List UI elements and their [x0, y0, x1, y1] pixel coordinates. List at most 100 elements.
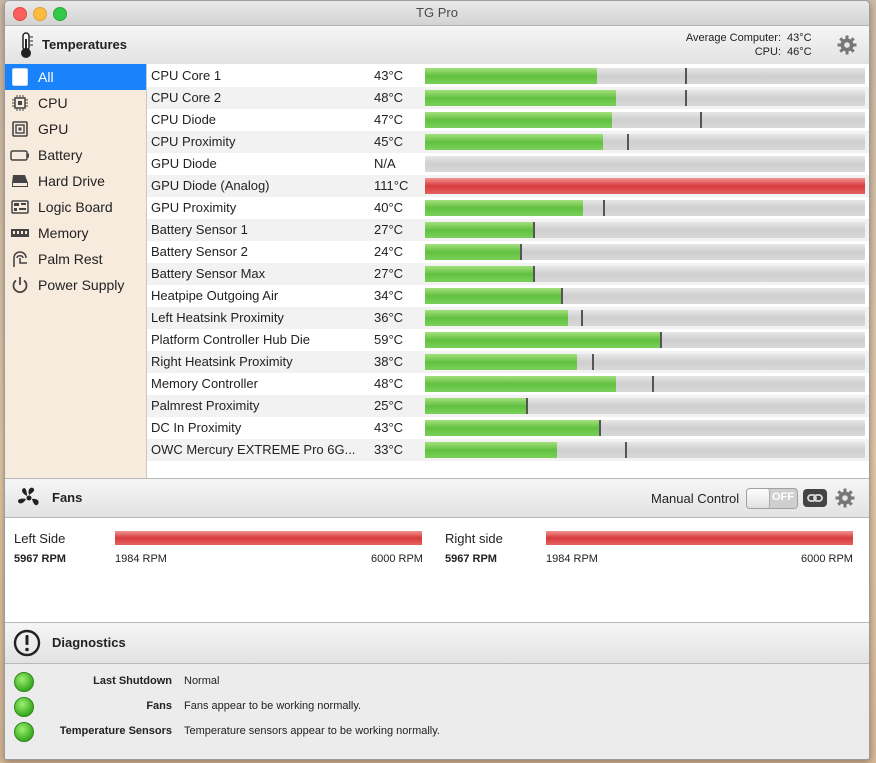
sensor-temperature: 36°C — [374, 310, 404, 325]
sensor-row[interactable]: GPU Diode N/A — [147, 153, 869, 175]
sidebar-item-battery[interactable]: Battery — [5, 142, 146, 168]
diagnostic-label: Temperature Sensors — [59, 725, 172, 737]
sensor-name: Battery Sensor Max — [151, 266, 266, 281]
status-ok-indicator — [14, 672, 34, 692]
sidebar-item-label: Palm Rest — [38, 251, 103, 267]
manual-control-toggle[interactable]: OFF — [746, 488, 798, 509]
sidebar-item-memory[interactable]: Memory — [5, 220, 146, 246]
average-cpu-label: CPU: — [754, 46, 781, 58]
sensor-name: OWC Mercury EXTREME Pro 6G... — [151, 442, 356, 457]
temperature-bar — [425, 222, 865, 238]
average-computer-label: Average Computer: — [685, 32, 781, 44]
hard-drive-icon — [10, 171, 30, 191]
sensor-row[interactable]: Memory Controller 48°C — [147, 373, 869, 395]
diagnostic-label: Last Shutdown — [93, 675, 172, 687]
max-temperature-marker — [652, 376, 654, 392]
manual-control-label: Manual Control — [651, 491, 740, 506]
window-title: TG Pro — [416, 5, 458, 20]
sensor-row[interactable]: GPU Proximity 40°C — [147, 197, 869, 219]
toggle-state: OFF — [772, 491, 794, 503]
sidebar-item-gpu[interactable]: GPU — [5, 116, 146, 142]
thermometer-icon — [21, 32, 33, 58]
temperature-bar — [425, 134, 865, 150]
diagnostics-title: Diagnostics — [52, 635, 126, 650]
max-temperature-marker — [561, 288, 563, 304]
sidebar-item-hard-drive[interactable]: Hard Drive — [5, 168, 146, 194]
sensor-category-sidebar: All CPU GPU Battery Hard Drive Logic Board Mem… — [5, 64, 147, 478]
sidebar-item-label: GPU — [38, 121, 69, 137]
temperature-bar — [425, 112, 865, 128]
max-temperature-marker — [526, 398, 528, 414]
sensor-row[interactable]: Left Heatsink Proximity 36°C — [147, 307, 869, 329]
max-temperature-marker — [520, 244, 522, 260]
sensor-name: Palmrest Proximity — [151, 398, 260, 413]
temperature-bar — [425, 244, 865, 260]
sensor-row[interactable]: Palmrest Proximity 25°C — [147, 395, 869, 417]
sidebar-item-palm-rest[interactable]: Palm Rest — [5, 246, 146, 272]
sensor-name: DC In Proximity — [151, 420, 242, 435]
sensor-row[interactable]: Platform Controller Hub Die 59°C — [147, 329, 869, 351]
sensor-name: CPU Proximity — [151, 134, 236, 149]
max-temperature-marker — [700, 112, 702, 128]
sensor-temperature: 34°C — [374, 288, 404, 303]
sidebar-item-label: Logic Board — [38, 199, 113, 215]
average-cpu-value: 46°C — [787, 46, 812, 58]
sensor-temperature: 24°C — [374, 244, 404, 259]
max-temperature-marker — [599, 420, 601, 436]
sensor-temperature: 38°C — [374, 354, 404, 369]
temperature-bar — [425, 200, 865, 216]
sensor-row[interactable]: Battery Sensor 2 24°C — [147, 241, 869, 263]
sensor-row[interactable]: Right Heatsink Proximity 38°C — [147, 351, 869, 373]
max-temperature-marker — [581, 310, 583, 326]
power-icon — [10, 275, 30, 295]
temperature-bar-fill — [425, 354, 577, 370]
sensor-temperature: 43°C — [374, 68, 404, 83]
sensor-row[interactable]: OWC Mercury EXTREME Pro 6G... 33°C — [147, 439, 869, 461]
sensor-name: GPU Proximity — [151, 200, 237, 215]
sensor-row[interactable]: DC In Proximity 43°C — [147, 417, 869, 439]
average-computer-value: 43°C — [787, 32, 812, 44]
sensor-temperature: 45°C — [374, 134, 404, 149]
sensor-row[interactable]: Battery Sensor 1 27°C — [147, 219, 869, 241]
minimize-button[interactable] — [33, 7, 47, 21]
sensor-row[interactable]: CPU Core 1 43°C — [147, 65, 869, 87]
max-temperature-marker — [592, 354, 594, 370]
sensor-temperature: 47°C — [374, 112, 404, 127]
max-temperature-marker — [603, 200, 605, 216]
close-button[interactable] — [13, 7, 27, 21]
battery-icon — [10, 145, 30, 165]
temperature-bar-fill — [425, 244, 520, 260]
fans-settings-gear-icon[interactable] — [835, 488, 855, 508]
sidebar-item-all[interactable]: All — [5, 64, 146, 90]
link-fans-button[interactable] — [803, 489, 827, 507]
sensor-row[interactable]: Heatpipe Outgoing Air 34°C — [147, 285, 869, 307]
zoom-button[interactable] — [53, 7, 67, 21]
sensor-row[interactable]: Battery Sensor Max 27°C — [147, 263, 869, 285]
sidebar-item-logic-board[interactable]: Logic Board — [5, 194, 146, 220]
max-temperature-marker — [685, 68, 687, 84]
sensor-name: CPU Core 1 — [151, 68, 222, 83]
sensor-row[interactable]: CPU Core 2 48°C — [147, 87, 869, 109]
fan-right-max: 6000 RPM — [801, 553, 853, 565]
sensor-name: GPU Diode (Analog) — [151, 178, 270, 193]
sidebar-item-cpu[interactable]: CPU — [5, 90, 146, 116]
sensor-row[interactable]: GPU Diode (Analog) 111°C — [147, 175, 869, 197]
diagnostic-value: Fans appear to be working normally. — [184, 700, 362, 712]
sensor-name: Left Heatsink Proximity — [151, 310, 284, 325]
fan-left-bar — [115, 531, 422, 545]
sensor-row[interactable]: CPU Diode 47°C — [147, 109, 869, 131]
sidebar-item-label: CPU — [38, 95, 68, 111]
max-temperature-marker — [533, 266, 535, 282]
sensor-temperature: 25°C — [374, 398, 404, 413]
temperatures-panel: All CPU GPU Battery Hard Drive Logic Board Mem… — [5, 64, 869, 479]
fan-right-min: 1984 RPM — [546, 553, 598, 565]
fan-left-name: Left Side — [14, 531, 66, 546]
temperatures-settings-gear-icon[interactable] — [837, 35, 857, 55]
sensor-name: Heatpipe Outgoing Air — [151, 288, 279, 303]
sidebar-item-power-supply[interactable]: Power Supply — [5, 272, 146, 298]
temperature-bar-fill — [425, 376, 616, 392]
diagnostic-label: Fans — [146, 700, 172, 712]
sensor-row[interactable]: CPU Proximity 45°C — [147, 131, 869, 153]
diagnostics-header: Diagnostics — [5, 623, 869, 664]
sensor-temperature: 27°C — [374, 222, 404, 237]
